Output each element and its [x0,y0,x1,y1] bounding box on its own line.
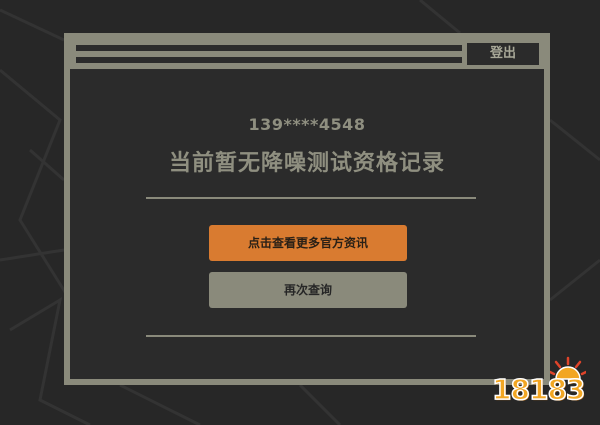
watermark-text: 18183 [491,372,586,407]
query-again-button[interactable]: 再次查询 [209,272,407,308]
retro-window: 登出 139****4548 当前暂无降噪测试资格记录 点击查看更多官方资讯 再… [64,33,550,385]
divider [146,197,476,199]
divider [146,335,476,337]
page-background: 登出 139****4548 当前暂无降噪测试资格记录 点击查看更多官方资讯 再… [0,0,600,425]
more-official-info-button[interactable]: 点击查看更多官方资讯 [209,225,407,261]
site-watermark-logo: 18183 [490,355,590,417]
titlebar-stripe [76,57,462,63]
masked-phone-number: 139****4548 [248,115,366,134]
page-headline: 当前暂无降噪测试资格记录 [168,151,445,176]
window-titlebar: 登出 [70,39,544,69]
titlebar-stripe [76,45,462,51]
logout-button[interactable]: 登出 [467,43,539,65]
